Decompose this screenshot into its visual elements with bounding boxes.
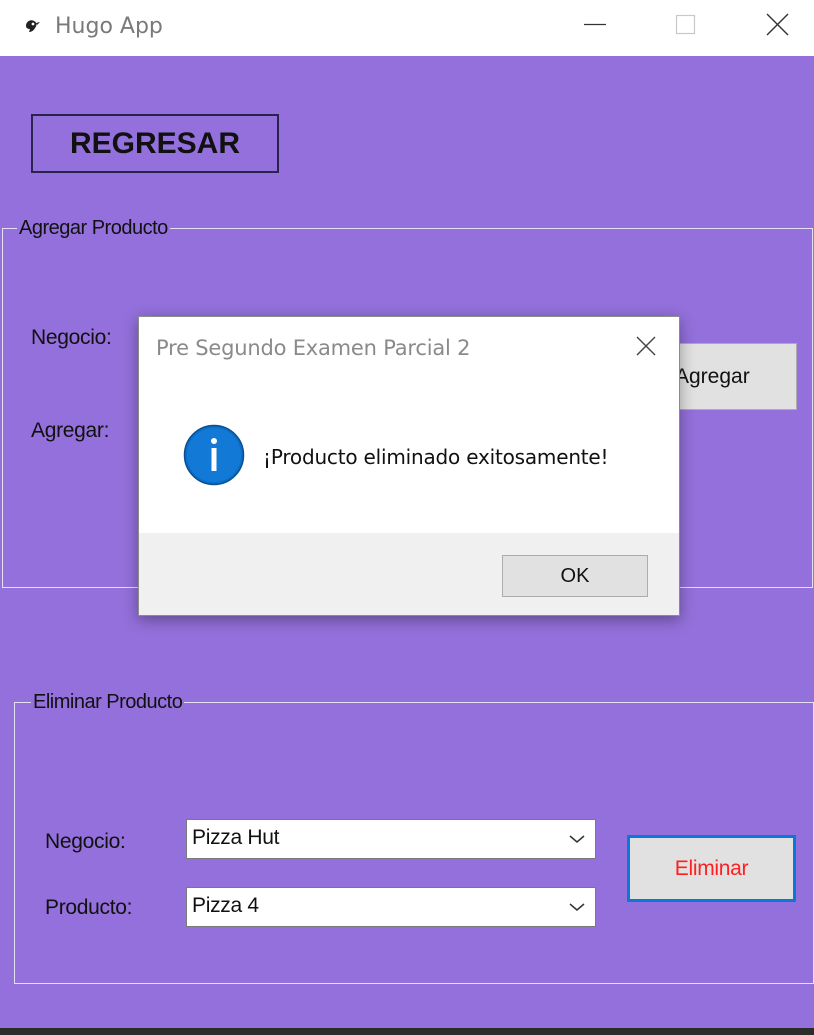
eliminar-button[interactable]: Eliminar (627, 835, 796, 902)
negocio-label: Negocio: (31, 326, 112, 349)
chevron-down-icon (569, 835, 585, 843)
dialog-title: Pre Segundo Examen Parcial 2 (156, 336, 471, 360)
close-button[interactable] (732, 0, 814, 50)
producto-dropdown[interactable]: Pizza 4 (186, 887, 596, 927)
agregar-button[interactable]: Agregar (660, 343, 797, 410)
agregar-producto-legend: Agregar Producto (17, 217, 170, 240)
maximize-icon (675, 14, 696, 35)
message-dialog: Pre Segundo Examen Parcial 2 ¡Producto e… (138, 316, 680, 616)
eliminar-producto-legend: Eliminar Producto (31, 691, 185, 714)
info-icon (183, 424, 245, 486)
negocio-label: Negocio: (45, 830, 126, 853)
producto-label: Producto: (45, 896, 133, 919)
title-bar[interactable]: Hugo App (0, 0, 814, 56)
ok-button[interactable]: OK (502, 555, 648, 597)
app-bird-icon (26, 20, 40, 32)
agregar-label: Agregar: (31, 419, 110, 442)
negocio-dropdown[interactable]: Pizza Hut (186, 819, 596, 859)
window-title: Hugo App (55, 14, 163, 39)
maximize-button[interactable] (640, 0, 730, 50)
dialog-message: ¡Producto eliminado exitosamente! (263, 445, 609, 469)
negocio-dropdown-value: Pizza Hut (192, 826, 280, 849)
taskbar-edge (0, 1028, 814, 1035)
app-window: Hugo App REGRESAR Agregar Producto Negoc… (0, 0, 814, 1028)
dialog-close-icon[interactable] (632, 332, 660, 360)
minimize-button[interactable] (550, 0, 640, 50)
close-icon (766, 13, 789, 36)
chevron-down-icon (569, 903, 585, 911)
minimize-icon (584, 23, 606, 26)
regresar-button[interactable]: REGRESAR (31, 114, 279, 173)
producto-dropdown-value: Pizza 4 (192, 894, 259, 917)
